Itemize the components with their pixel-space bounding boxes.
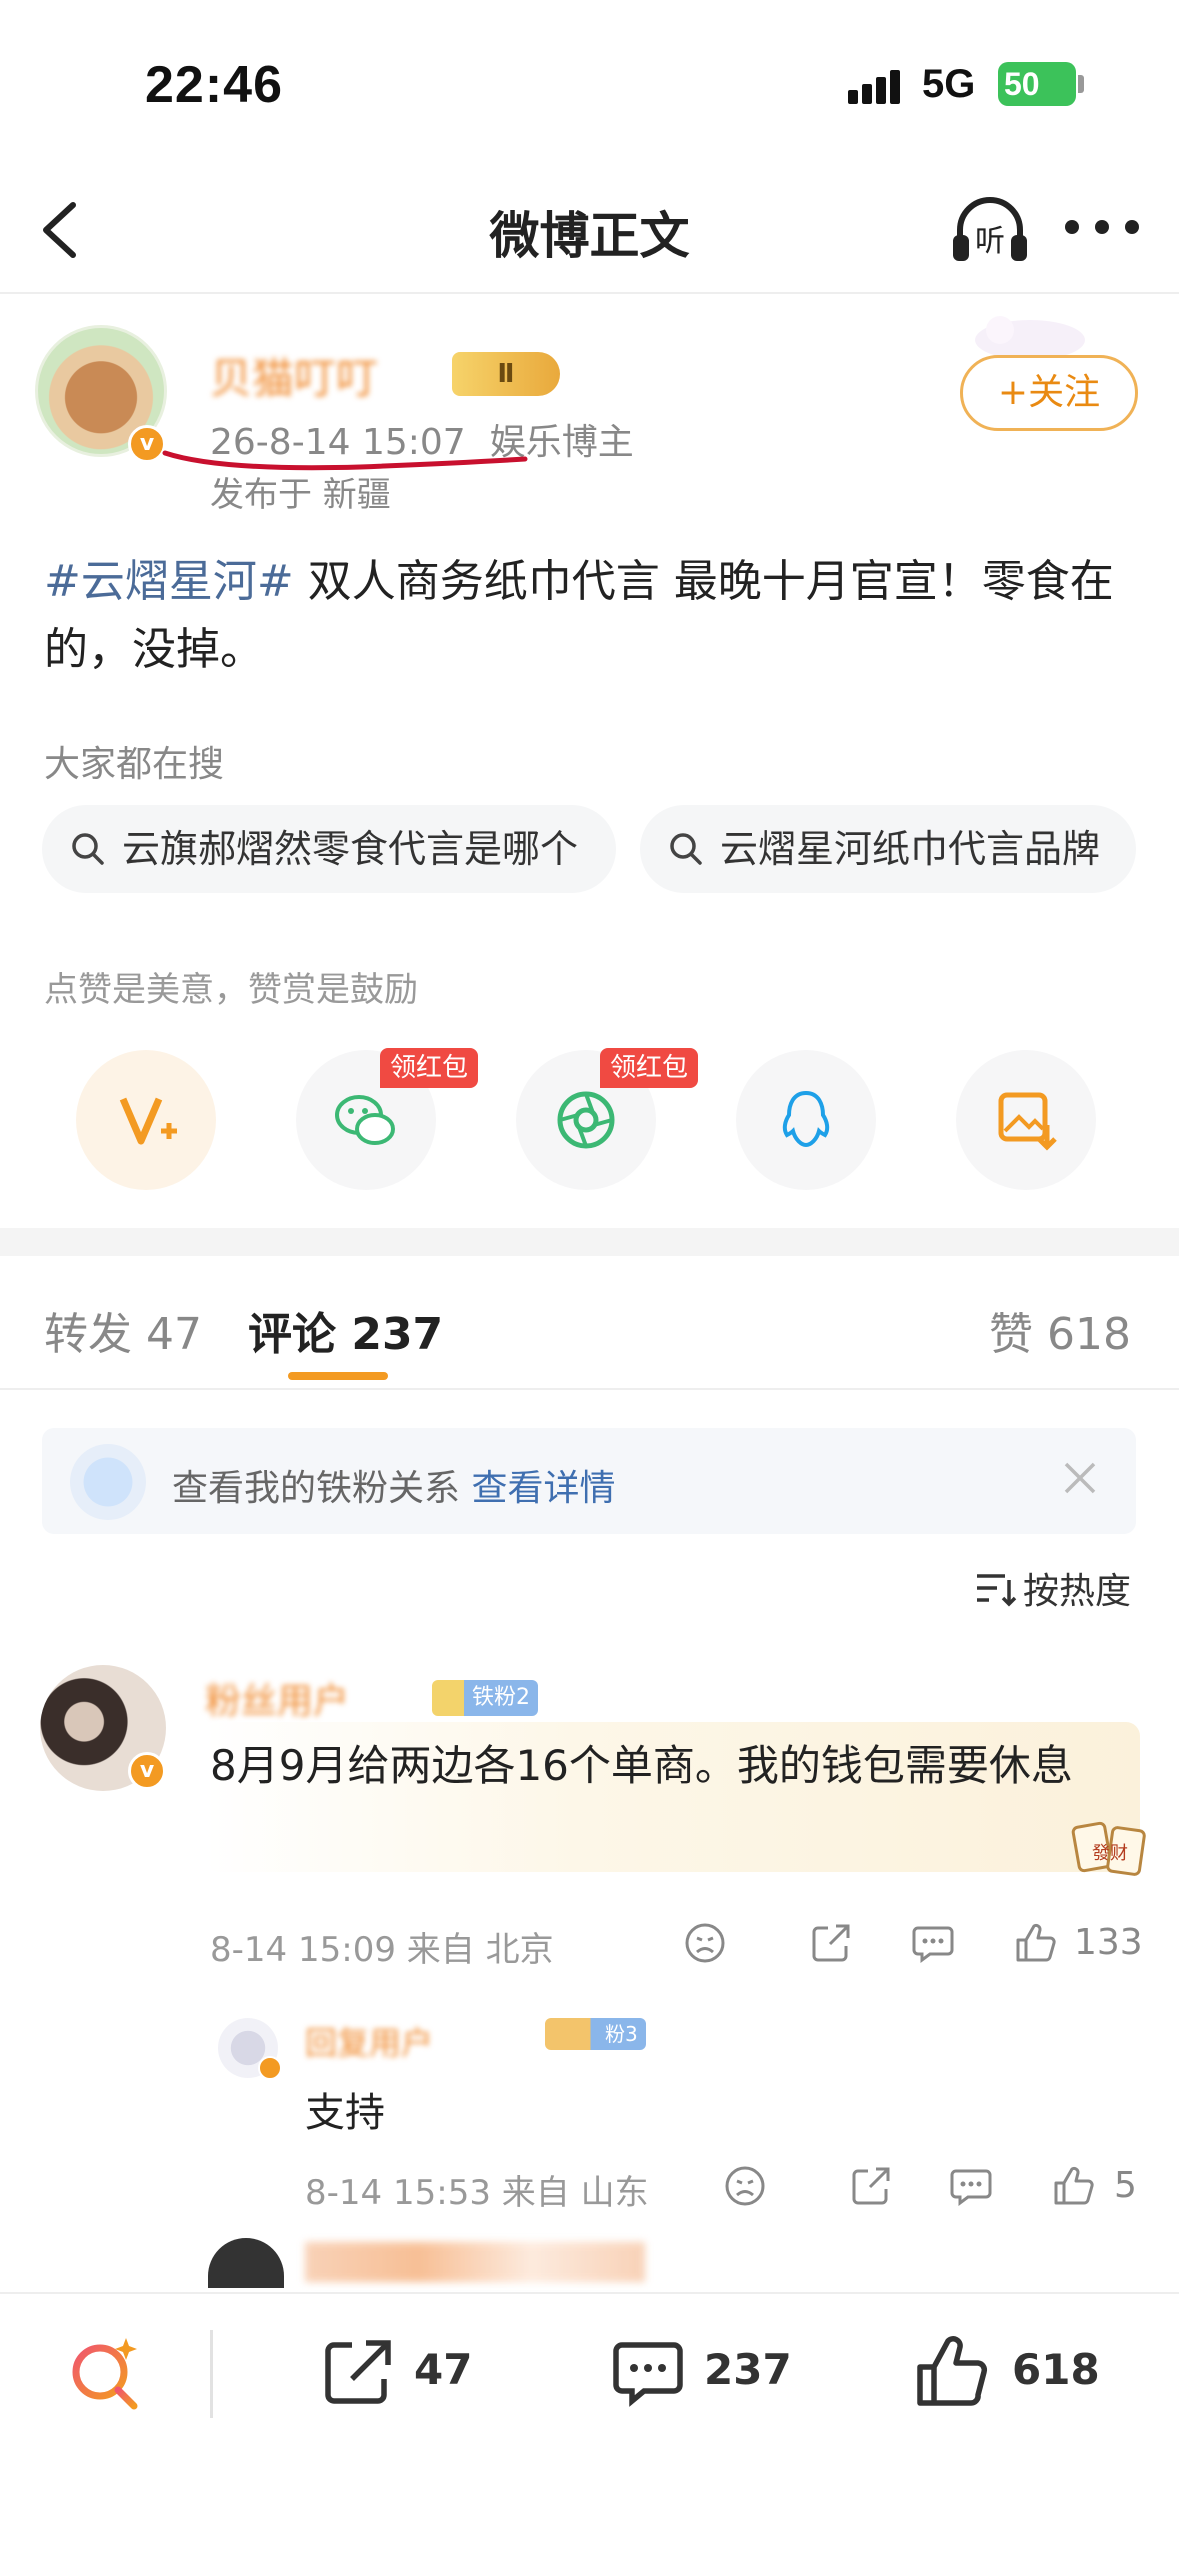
search-icon: [670, 833, 702, 865]
share-icon[interactable]: [848, 2163, 894, 2209]
search-sparkle-icon[interactable]: [62, 2330, 148, 2416]
listen-label: 听: [975, 224, 1005, 259]
nav-divider: [0, 292, 1179, 294]
bottom-divider: [210, 2330, 213, 2418]
listen-headphone-icon[interactable]: 听: [945, 185, 1035, 275]
reward-v-icon: [119, 1097, 177, 1145]
qq-penguin-icon: [782, 1090, 830, 1148]
bottom-comment-count: 237: [704, 2345, 792, 2394]
fan-banner-label: 查看我的铁粉关系: [172, 1468, 461, 1509]
fan-level-badge: 铁粉2: [432, 1680, 538, 1716]
tab-repost-count: 47: [146, 1309, 202, 1360]
bottom-like-count: 618: [1012, 2345, 1100, 2394]
facai-label: 發财: [1092, 1843, 1128, 1864]
tab-like[interactable]: 赞 618: [989, 1298, 1131, 1362]
facai-tile-icon: 發财: [1071, 1821, 1146, 1876]
active-tab-indicator: [288, 1372, 388, 1380]
search-heading: 大家都在搜: [44, 744, 225, 785]
reply-from: 来自 山东: [501, 2173, 649, 2213]
reply-icon[interactable]: [948, 2163, 994, 2209]
like-icon[interactable]: [1050, 2163, 1096, 2209]
reply-like-count: 5: [1114, 2165, 1137, 2206]
bottom-action-bar: [0, 2292, 1179, 2556]
replier-name[interactable]: 回复用户: [305, 2018, 433, 2064]
like-icon[interactable]: [1012, 1920, 1058, 1966]
comment-text: 8月9月给两边各16个单商。我的钱包需要休息: [210, 1741, 1073, 1790]
tab-repost-label: 转发: [44, 1309, 132, 1360]
search-chip-label: 云旗郝熠然零食代言是哪个: [122, 827, 579, 871]
reply-text: 支持: [305, 2090, 385, 2136]
commenter-name[interactable]: 粉丝用户: [205, 1672, 349, 1724]
comment-meta: 8-14 15:09 来自 北京: [210, 1922, 554, 1971]
search-chip[interactable]: 云旗郝熠然零食代言是哪个: [42, 805, 616, 893]
verified-badge-icon: [258, 2056, 282, 2080]
tab-comment-label: 评论: [248, 1309, 336, 1360]
search-icon: [72, 833, 104, 865]
reply-time: 8-14 15:53: [305, 2173, 491, 2213]
save-image-button[interactable]: [956, 1050, 1096, 1190]
hongbao-badge: 领红包: [380, 1048, 479, 1088]
replier-avatar[interactable]: [208, 2238, 284, 2288]
repost-icon[interactable]: [318, 2333, 398, 2413]
comment-from: 来自 北京: [406, 1930, 554, 1970]
battery-icon: 50: [998, 62, 1076, 106]
reply-meta: 8-14 15:53 来自 山东: [305, 2165, 649, 2214]
search-chip-label: 云熠星河纸巾代言品牌: [720, 827, 1101, 871]
tabs-divider: [0, 1388, 1179, 1390]
share-icon[interactable]: [808, 1920, 854, 1966]
tab-repost[interactable]: 转发 47: [44, 1298, 202, 1362]
hongbao-badge: 领红包: [600, 1048, 699, 1088]
sort-button[interactable]: 按热度: [1023, 1562, 1131, 1614]
reward-button[interactable]: [76, 1050, 216, 1190]
bottom-repost-count: 47: [414, 2345, 473, 2394]
dislike-emoji-icon[interactable]: [722, 2163, 768, 2209]
wechat-icon: [335, 1095, 395, 1145]
tab-comment[interactable]: 评论 237: [248, 1298, 443, 1362]
fan-banner-text: 查看我的铁粉关系 查看详情: [172, 1459, 615, 1511]
close-icon[interactable]: [1060, 1458, 1100, 1498]
reply-icon[interactable]: [910, 1920, 956, 1966]
comment-time: 8-14 15:09: [210, 1930, 396, 1970]
replier-name-blurred: [305, 2242, 645, 2282]
post-location: 发布于 新疆: [210, 475, 391, 515]
battery-level: 50: [1004, 66, 1040, 102]
like-thumb-icon[interactable]: [912, 2333, 992, 2413]
more-options-icon[interactable]: [1065, 212, 1145, 242]
fan-level-badge: 粉3: [545, 2018, 646, 2050]
moments-icon: [557, 1091, 615, 1149]
fan-diamond-icon: [70, 1444, 146, 1520]
topic-link[interactable]: #云熠星河#: [44, 556, 294, 607]
comment-icon[interactable]: [608, 2333, 688, 2413]
verified-badge-icon: v: [128, 1752, 166, 1790]
author-name[interactable]: 贝猫叮叮: [210, 345, 378, 406]
status-time: 22:46: [145, 56, 283, 114]
dislike-emoji-icon[interactable]: [682, 1920, 728, 1966]
follow-button[interactable]: +关注: [960, 355, 1138, 431]
sort-icon[interactable]: [975, 1568, 1017, 1608]
search-chip[interactable]: 云熠星河纸巾代言品牌: [640, 805, 1136, 893]
post-content: #云熠星河# 双人商务纸巾代言 最晚十月官宣！零食在的，没掉。: [44, 548, 1144, 684]
qq-share-button[interactable]: [736, 1050, 876, 1190]
comment-like-count: 133: [1074, 1922, 1143, 1963]
signal-icon: [848, 68, 908, 104]
tab-like-count: 618: [1047, 1309, 1131, 1360]
network-type: 5G: [922, 62, 976, 106]
level-badge: Ⅱ: [452, 352, 560, 396]
section-divider: [0, 1228, 1179, 1256]
battery-tip: [1078, 75, 1084, 93]
save-image-icon: [998, 1092, 1057, 1151]
support-caption: 点赞是美意，赞赏是鼓励: [44, 970, 418, 1010]
tab-comment-count: 237: [351, 1309, 444, 1360]
fan-detail-link[interactable]: 查看详情: [471, 1468, 615, 1509]
tab-like-label: 赞: [989, 1309, 1034, 1360]
